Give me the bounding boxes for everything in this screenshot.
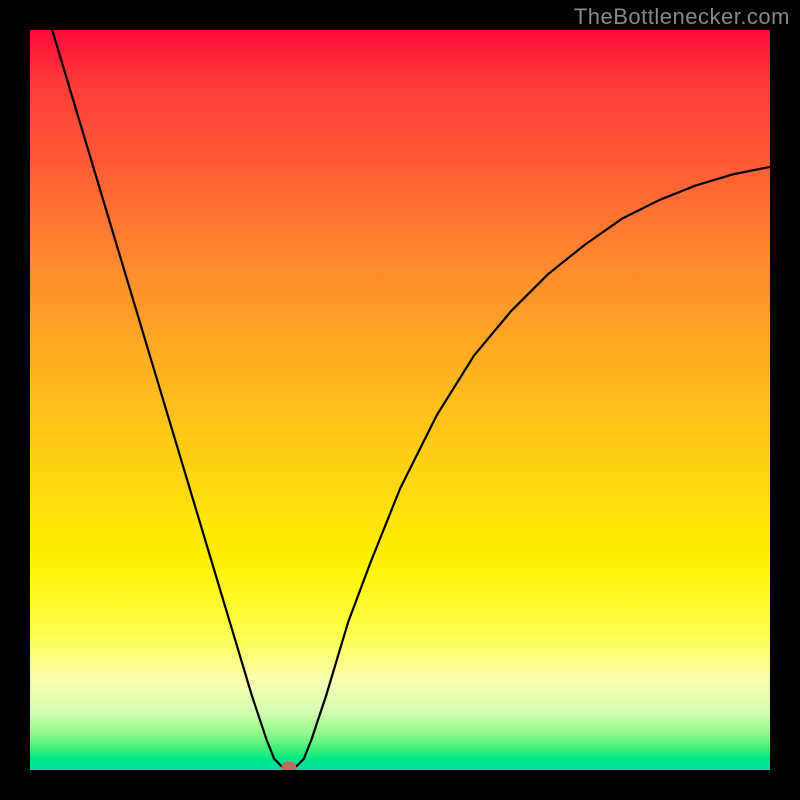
bottleneck-curve [30,30,770,770]
optimum-marker [282,762,297,770]
chart-frame: TheBottlenecker.com [0,0,800,800]
watermark-text: TheBottlenecker.com [574,4,790,30]
plot-area [30,30,770,770]
